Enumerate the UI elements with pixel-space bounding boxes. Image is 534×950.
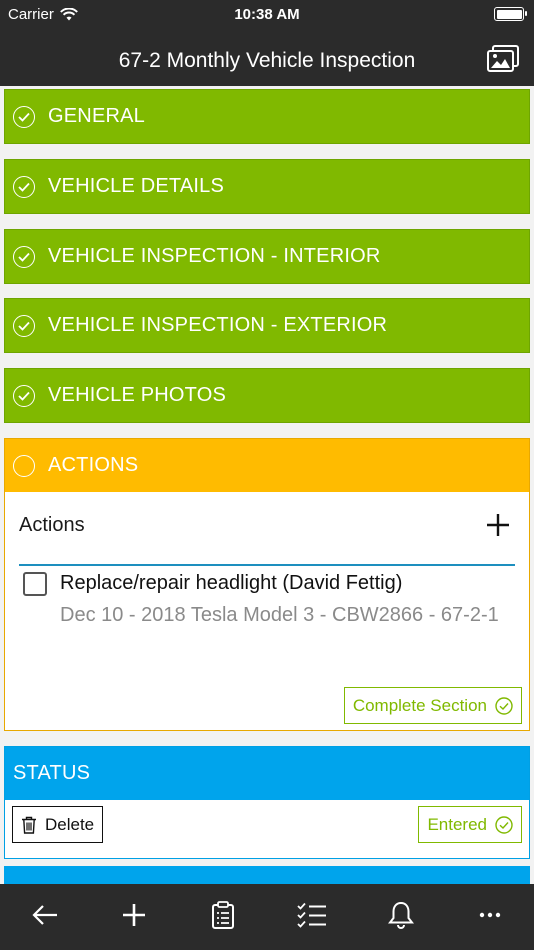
section-vehicle-photos[interactable]: VEHICLE PHOTOS xyxy=(4,368,530,423)
complete-section-button[interactable]: Complete Section xyxy=(343,687,522,724)
section-title: VEHICLE DETAILS xyxy=(48,175,225,197)
clock: 10:38 AM xyxy=(234,6,300,23)
section-vehicle-exterior[interactable]: VEHICLE INSPECTION - EXTERIOR xyxy=(4,298,530,353)
delete-label: Delete xyxy=(45,814,95,834)
section-header[interactable]: VEHICLE PHOTOS xyxy=(5,369,529,422)
actions-list-label: Actions xyxy=(19,514,85,536)
section-header[interactable]: ACTIONS xyxy=(5,439,529,492)
battery-icon xyxy=(494,7,527,21)
complete-section-label: Complete Section xyxy=(352,695,487,715)
section-vehicle-interior[interactable]: VEHICLE INSPECTION - INTERIOR xyxy=(4,229,530,284)
plus-icon xyxy=(122,904,145,926)
more-button[interactable] xyxy=(470,895,510,935)
section-header[interactable]: VEHICLE INSPECTION - EXTERIOR xyxy=(5,299,529,352)
check-circle-icon xyxy=(13,175,35,198)
check-circle-icon xyxy=(495,696,513,715)
section-title: STATUS xyxy=(13,762,91,784)
action-checkbox[interactable] xyxy=(23,572,47,596)
entered-status-button[interactable]: Entered xyxy=(418,806,522,843)
add-action-button[interactable] xyxy=(485,512,511,538)
section-header[interactable]: VEHICLE INSPECTION - INTERIOR xyxy=(5,230,529,283)
section-next-partial[interactable] xyxy=(4,866,530,884)
section-title: VEHICLE INSPECTION - EXTERIOR xyxy=(48,314,388,336)
section-header[interactable]: STATUS xyxy=(5,747,529,800)
gallery-icon[interactable] xyxy=(486,44,520,74)
checklist-icon xyxy=(296,902,326,928)
section-title: GENERAL xyxy=(48,105,145,127)
add-button[interactable] xyxy=(114,895,154,935)
more-icon xyxy=(479,912,500,918)
check-circle-icon xyxy=(13,105,35,128)
empty-circle-icon xyxy=(13,454,35,477)
section-actions[interactable]: ACTIONS Actions Replace/repair headlight… xyxy=(4,438,530,731)
check-circle-icon xyxy=(495,815,513,834)
clipboard-icon xyxy=(211,901,234,929)
page-title: 67-2 Monthly Vehicle Inspection xyxy=(118,49,416,72)
checklist-button[interactable] xyxy=(292,895,332,935)
bell-icon xyxy=(387,901,414,929)
divider xyxy=(19,564,515,566)
action-item-details: Dec 10 - 2018 Tesla Model 3 - CBW2866 - … xyxy=(60,604,499,626)
back-arrow-icon xyxy=(31,905,57,925)
form-content[interactable]: GENERAL VEHICLE DETAILS VEHICLE INSPECTI… xyxy=(0,86,534,884)
check-circle-icon xyxy=(13,384,35,407)
trash-icon xyxy=(22,816,36,834)
action-item-title[interactable]: Replace/repair headlight (David Fettig) xyxy=(60,572,402,595)
status-body: Delete Entered xyxy=(5,800,529,858)
section-header[interactable]: VEHICLE DETAILS xyxy=(5,160,529,213)
check-circle-icon xyxy=(13,314,35,337)
section-status[interactable]: STATUS Delete Entered xyxy=(4,746,530,859)
entered-label: Entered xyxy=(427,814,487,834)
navigation-bar: 67-2 Monthly Vehicle Inspection xyxy=(0,30,534,86)
bottom-toolbar xyxy=(0,884,534,950)
section-header[interactable]: GENERAL xyxy=(5,90,529,143)
notifications-button[interactable] xyxy=(381,895,421,935)
section-title: VEHICLE INSPECTION - INTERIOR xyxy=(48,245,381,267)
clipboard-button[interactable] xyxy=(203,895,243,935)
check-circle-icon xyxy=(13,245,35,268)
section-title: ACTIONS xyxy=(48,454,139,476)
delete-button[interactable]: Delete xyxy=(12,806,104,843)
back-button[interactable] xyxy=(25,895,65,935)
section-general[interactable]: GENERAL xyxy=(4,89,530,144)
actions-body: Actions Replace/repair headlight (David … xyxy=(5,492,529,730)
status-bar: Carrier 10:38 AM xyxy=(0,0,534,30)
section-vehicle-details[interactable]: VEHICLE DETAILS xyxy=(4,159,530,214)
section-title: VEHICLE PHOTOS xyxy=(48,384,227,406)
